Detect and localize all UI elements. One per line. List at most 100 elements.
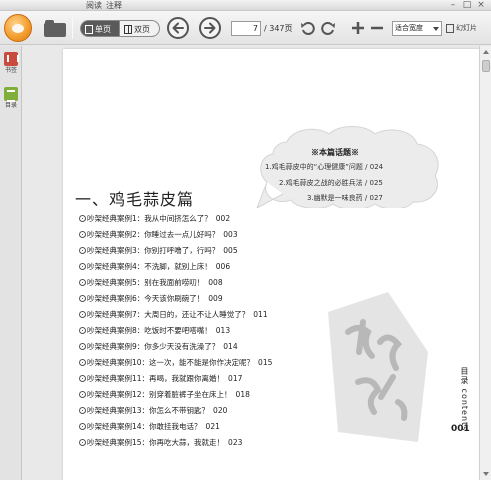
pdf-reader-window: 阅读 注释 – □ × 单页 双页 7 / 347页 适合宽度 幻灯片 书签 目… bbox=[0, 0, 491, 480]
toc-entry-title: 吵架经典案例5：别在我面前唠叨！ bbox=[87, 278, 205, 287]
close-button[interactable]: × bbox=[474, 0, 488, 11]
topic-bubble: ※本篇话题※ 1.鸡毛蒜皮中的“心理健康”问题 / 024 2.鸡毛蒜皮之战的必… bbox=[255, 122, 445, 208]
toc-entry-title: 吵架经典案例1：我从中间挤怎么了？ bbox=[87, 214, 212, 223]
toc-row[interactable]: 吵架经典案例15：你再吃大蒜，我就走！ 023 bbox=[79, 438, 242, 448]
toc-entry-title: 吵架经典案例3：你别打呼噜了，行吗？ bbox=[87, 246, 220, 255]
single-page-button[interactable]: 单页 bbox=[80, 20, 120, 37]
toc-row[interactable]: 吵架经典案例8：吃饭时不要吧嗒嘴！ 013 bbox=[79, 326, 230, 336]
open-folder-icon[interactable] bbox=[44, 19, 66, 37]
zoom-in-icon bbox=[352, 22, 364, 34]
toc-row[interactable]: 吵架经典案例2：你睡过去一点儿好吗？ 003 bbox=[79, 230, 238, 240]
toc-row[interactable]: 吵架经典案例4：不洗脚，就别上床！ 006 bbox=[79, 262, 230, 272]
toc-entry-page: 003 bbox=[223, 230, 238, 239]
minimize-button[interactable]: – bbox=[446, 0, 460, 11]
bookmark-icon bbox=[4, 52, 19, 66]
toc-row[interactable]: 吵架经典案例10：这一次，能不能是你作决定呢？ 015 bbox=[79, 358, 272, 368]
toc-entry-page: 015 bbox=[258, 358, 273, 367]
toc-entry-title: 吵架经典案例11：再喝，我就跟你离婚！ bbox=[87, 374, 225, 383]
toc-entry-title: 吵架经典案例2：你睡过去一点儿好吗？ bbox=[87, 230, 220, 239]
scroll-down-icon[interactable] bbox=[483, 472, 489, 476]
toc-entry-page: 005 bbox=[223, 246, 238, 255]
toc-entry-page: 006 bbox=[215, 262, 231, 271]
rotate-right-button[interactable] bbox=[320, 20, 336, 36]
document-page: ※本篇话题※ 1.鸡毛蒜皮中的“心理健康”问题 / 024 2.鸡毛蒜皮之战的必… bbox=[63, 49, 479, 480]
next-page-button[interactable] bbox=[199, 17, 221, 39]
bubble-item: 2.鸡毛蒜皮之战的必胜兵法 / 025 bbox=[279, 179, 383, 187]
toc-entry-title: 吵架经典案例7：大周日的，还让不让人睡觉了？ bbox=[87, 310, 250, 319]
toc-row[interactable]: 吵架经典案例6：今天该你刷碗了！ 009 bbox=[79, 294, 223, 304]
bubble-title: ※本篇话题※ bbox=[311, 147, 359, 157]
toc-icon bbox=[4, 87, 18, 102]
clock-bullet-icon bbox=[79, 375, 86, 382]
next-page-icon bbox=[204, 22, 216, 34]
clock-bullet-icon bbox=[79, 247, 86, 254]
toc-entry-title: 吵架经典案例8：吃饭时不要吧嗒嘴！ bbox=[87, 326, 212, 335]
toc-row[interactable]: 吵架经典案例5：别在我面前唠叨！ 008 bbox=[79, 278, 223, 288]
clock-bullet-icon bbox=[79, 215, 86, 222]
sidebar-item-bookmarks[interactable]: 书签 bbox=[2, 52, 20, 74]
toc-entry-page: 011 bbox=[253, 310, 268, 319]
maximize-button[interactable]: □ bbox=[460, 0, 474, 11]
clock-bullet-icon bbox=[79, 407, 86, 414]
clock-bullet-icon bbox=[79, 343, 86, 350]
single-page-label: 单页 bbox=[95, 25, 111, 34]
toc-row[interactable]: 吵架经典案例11：再喝，我就跟你离婚！ 017 bbox=[79, 374, 242, 384]
toc-entry-title: 吵架经典案例12：别穿着脏裤子坐在床上！ bbox=[87, 390, 232, 399]
rotate-left-button[interactable] bbox=[300, 20, 316, 36]
toc-row[interactable]: 吵架经典案例13：你怎么不带钥匙？ 020 bbox=[79, 406, 227, 416]
page-number-input[interactable]: 7 bbox=[231, 21, 261, 36]
toc-entry-page: 013 bbox=[215, 326, 231, 335]
document-view[interactable]: ※本篇话题※ 1.鸡毛蒜皮中的“心理健康”问题 / 024 2.鸡毛蒜皮之战的必… bbox=[23, 46, 479, 480]
sidebar-item-label: 目录 bbox=[4, 102, 17, 109]
toc-row[interactable]: 吵架经典案例12：别穿着脏裤子坐在床上！ 018 bbox=[79, 390, 250, 400]
slideshow-icon bbox=[446, 24, 454, 33]
toc-entry-title: 吵架经典案例14：你敢挂我电话？ bbox=[87, 422, 202, 431]
tab-annotate[interactable]: 注释 bbox=[92, 0, 136, 11]
toc-entry-page: 021 bbox=[205, 422, 220, 431]
toc-entry-page: 009 bbox=[208, 294, 223, 303]
toc-entry-page: 008 bbox=[208, 278, 223, 287]
toc-row[interactable]: 吵架经典案例7：大周日的，还让不让人睡觉了？ 011 bbox=[79, 310, 268, 320]
clock-bullet-icon bbox=[79, 311, 86, 318]
chapter-title: 一、鸡毛蒜皮篇 bbox=[75, 190, 195, 209]
title-bar: 阅读 注释 – □ × bbox=[0, 0, 491, 11]
vertical-scrollbar[interactable] bbox=[479, 46, 491, 480]
prev-page-button[interactable] bbox=[167, 17, 189, 39]
contents-side-label: 目录 contents bbox=[460, 367, 469, 432]
toc-entry-page: 014 bbox=[223, 342, 238, 351]
toc-entry-page: 020 bbox=[213, 406, 228, 415]
page-number: 001 bbox=[451, 424, 470, 434]
scroll-thumb[interactable] bbox=[482, 60, 490, 72]
toc-row[interactable]: 吵架经典案例3：你别打呼噜了，行吗？ 005 bbox=[79, 246, 238, 256]
clock-bullet-icon bbox=[79, 327, 86, 334]
clock-bullet-icon bbox=[79, 279, 86, 286]
bubble-item: 1.鸡毛蒜皮中的“心理健康”问题 / 024 bbox=[265, 163, 384, 171]
zoom-in-button[interactable] bbox=[350, 20, 366, 36]
toc-entry-page: 023 bbox=[228, 438, 243, 447]
double-page-label: 双页 bbox=[134, 25, 150, 34]
prev-page-icon bbox=[172, 22, 184, 34]
toc-row[interactable]: 吵架经典案例14：你敢挂我电话？ 021 bbox=[79, 422, 220, 432]
clock-bullet-icon bbox=[79, 263, 86, 270]
clock-bullet-icon bbox=[79, 439, 86, 446]
zoom-mode-value: 适合宽度 bbox=[395, 24, 423, 32]
app-logo-icon[interactable] bbox=[4, 14, 32, 42]
slideshow-button[interactable]: 幻灯片 bbox=[446, 21, 490, 36]
scroll-up-icon[interactable] bbox=[483, 50, 489, 54]
double-page-icon bbox=[124, 25, 132, 34]
bubble-item: 3.幽默是一味良药 / 027 bbox=[307, 194, 383, 202]
rotate-right-icon bbox=[321, 22, 335, 35]
double-page-button[interactable]: 双页 bbox=[120, 20, 160, 37]
zoom-out-button[interactable] bbox=[369, 20, 385, 36]
toc-row[interactable]: 吵架经典案例1：我从中间挤怎么了？ 002 bbox=[79, 214, 230, 224]
calligraphy-seal-watermark bbox=[328, 292, 428, 442]
toc-entry-title: 吵架经典案例6：今天该你刷碗了！ bbox=[87, 294, 205, 303]
toc-entry-page: 002 bbox=[215, 214, 231, 223]
toc-entry-page: 018 bbox=[235, 390, 250, 399]
toc-entry-page: 017 bbox=[228, 374, 243, 383]
toc-entry-title: 吵架经典案例13：你怎么不带钥匙？ bbox=[87, 406, 210, 415]
sidebar-item-toc[interactable]: 目录 bbox=[2, 87, 20, 109]
zoom-mode-select[interactable]: 适合宽度 bbox=[392, 21, 442, 36]
toolbar: 单页 双页 7 / 347页 适合宽度 幻灯片 bbox=[0, 11, 491, 45]
toc-row[interactable]: 吵架经典案例9：你多少天没有洗澡了？ 014 bbox=[79, 342, 238, 352]
